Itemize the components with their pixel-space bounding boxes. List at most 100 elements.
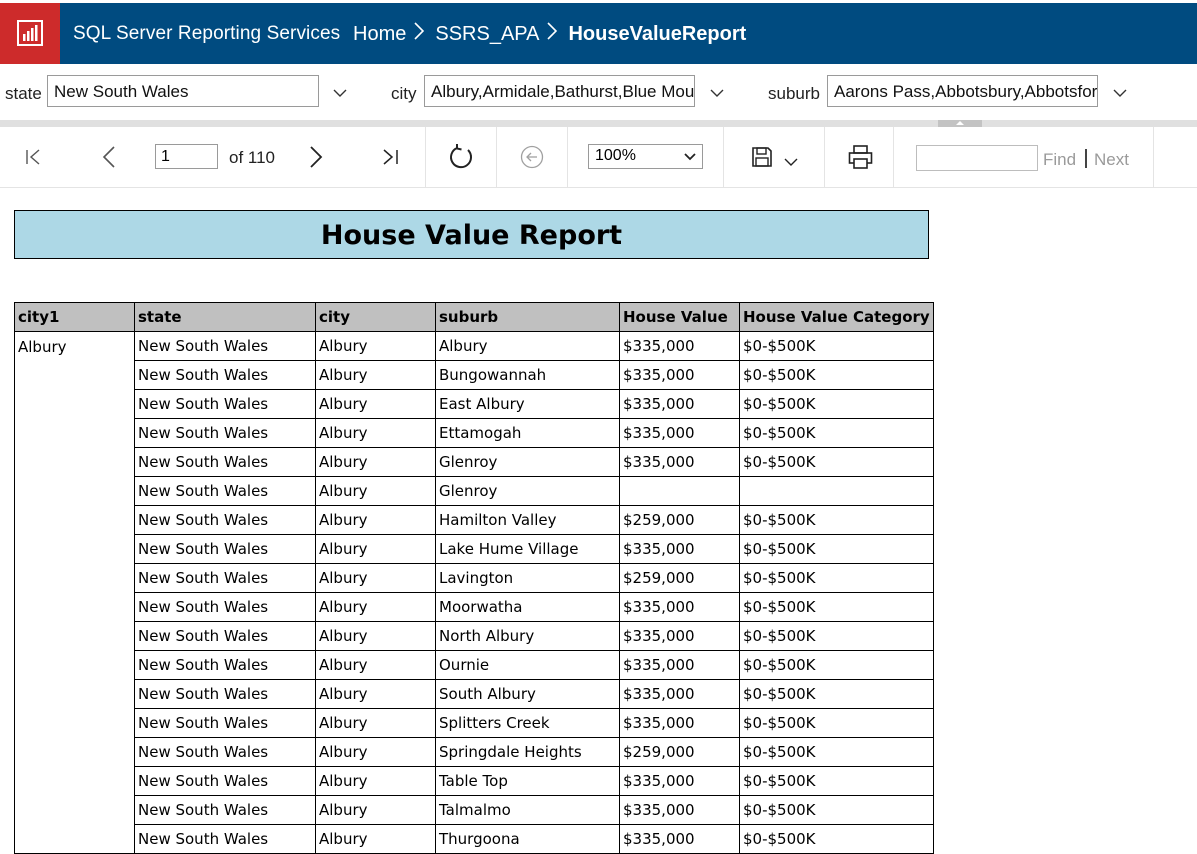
toolbar-divider (1153, 127, 1154, 187)
suburb-cell: Lavington (435, 563, 620, 593)
suburb-cell: Bungowannah (435, 360, 620, 390)
page-number-input[interactable] (155, 144, 218, 169)
state-cell: New South Wales (134, 708, 316, 738)
suburb-cell: Springdale Heights (435, 737, 620, 767)
refresh-icon[interactable] (448, 144, 474, 170)
find-input[interactable] (916, 145, 1038, 171)
state-cell: New South Wales (134, 592, 316, 622)
suburb-cell: Glenroy (435, 447, 620, 477)
breadcrumb-folder[interactable]: SSRS_APA (435, 23, 539, 46)
city-group-cell: Albury (14, 331, 135, 854)
find-link[interactable]: Find (1043, 150, 1076, 170)
city-cell: Albury (315, 505, 436, 535)
suburb-cell: Splitters Creek (435, 708, 620, 738)
column-header-city1: city1 (14, 302, 135, 332)
chevron-down-icon[interactable] (1113, 86, 1127, 100)
suburb-cell: Ettamogah (435, 418, 620, 448)
state-cell: New South Wales (134, 505, 316, 535)
app-title[interactable]: SQL Server Reporting Services (73, 23, 340, 45)
state-cell: New South Wales (134, 737, 316, 767)
house-value-cell: $335,000 (619, 650, 740, 680)
find-next-link[interactable]: Next (1094, 150, 1129, 170)
city-cell: Albury (315, 679, 436, 709)
house-value-category-cell: $0-$500K (739, 737, 934, 767)
city-param-label: city (391, 84, 417, 103)
house-value-cell: $335,000 (619, 418, 740, 448)
column-header-state: state (134, 302, 316, 332)
table-row: New South Wales Albury Lake Hume Village $3… (15, 534, 934, 564)
breadcrumb-home[interactable]: Home (353, 23, 406, 46)
collapse-parameters-handle[interactable] (938, 120, 982, 127)
suburb-cell: Thurgoona (435, 824, 620, 854)
table-row: New South Wales Albury Splitters Creek $335… (15, 708, 934, 738)
house-value-category-cell: $0-$500K (739, 679, 934, 709)
table-row: New South Wales Albury Talmalmo $335,000 $0-… (15, 795, 934, 825)
suburb-cell: East Albury (435, 389, 620, 419)
zoom-select[interactable]: 100% (588, 144, 703, 169)
back-to-parent-icon[interactable] (520, 145, 544, 169)
city-cell: Albury (315, 766, 436, 796)
table-row: New South Wales Albury Springdale Heights $… (15, 737, 934, 767)
house-value-cell: $259,000 (619, 737, 740, 767)
house-value-cell: $259,000 (619, 505, 740, 535)
table-row: New South Wales Albury Hamilton Valley $259… (15, 505, 934, 535)
breadcrumb: Home SSRS_APA HouseValueReport (353, 22, 746, 46)
city-cell: Albury (315, 621, 436, 651)
parameter-bar: state New South Wales city Albury,Armida… (0, 64, 1197, 120)
suburb-cell: Moorwatha (435, 592, 620, 622)
house-value-category-cell: $0-$500K (739, 563, 934, 593)
house-value-category-cell: $0-$500K (739, 795, 934, 825)
city-cell: Albury (315, 331, 436, 361)
chevron-down-icon[interactable] (333, 86, 347, 100)
house-value-category-cell: $0-$500K (739, 621, 934, 651)
suburb-cell: South Albury (435, 679, 620, 709)
save-icon[interactable] (751, 146, 773, 168)
suburb-cell: Glenroy (435, 476, 620, 506)
previous-page-icon[interactable] (101, 146, 117, 168)
city-param-field[interactable]: Albury,Armidale,Bathurst,Blue Mountains (424, 75, 695, 107)
state-param-label: state (5, 84, 42, 103)
suburb-cell: Talmalmo (435, 795, 620, 825)
zoom-value: 100% (595, 147, 636, 164)
first-page-icon[interactable] (25, 148, 43, 166)
table-row: New South Wales Albury Lavington $259,000 $0… (15, 563, 934, 593)
state-param-field[interactable]: New South Wales (47, 75, 319, 107)
house-value-cell: $335,000 (619, 824, 740, 854)
state-cell: New South Wales (134, 389, 316, 419)
city-cell: Albury (315, 534, 436, 564)
toolbar-divider (496, 127, 497, 187)
table-row: New South Wales Albury East Albury $335,000… (15, 389, 934, 419)
city-cell: Albury (315, 447, 436, 477)
house-value-cell: $335,000 (619, 389, 740, 419)
suburb-cell: North Albury (435, 621, 620, 651)
house-value-category-cell: $0-$500K (739, 331, 934, 361)
house-value-cell: $335,000 (619, 795, 740, 825)
next-page-icon[interactable] (308, 146, 324, 168)
breadcrumb-current-report: HouseValueReport (568, 22, 747, 45)
print-icon[interactable] (848, 145, 873, 169)
house-value-cell: $335,000 (619, 592, 740, 622)
toolbar-divider (723, 127, 724, 187)
house-value-category-cell: $0-$500K (739, 650, 934, 680)
house-value-category-cell: $0-$500K (739, 389, 934, 419)
chevron-down-icon[interactable] (710, 86, 724, 100)
state-cell: New South Wales (134, 360, 316, 390)
chevron-down-icon[interactable] (784, 157, 798, 167)
state-cell: New South Wales (134, 331, 316, 361)
state-cell: New South Wales (134, 766, 316, 796)
suburb-param-field[interactable]: Aarons Pass,Abbotsbury,Abbotsford (827, 75, 1098, 107)
last-page-icon[interactable] (381, 148, 399, 166)
house-value-cell: $335,000 (619, 679, 740, 709)
table-row: Albury New South Wales Albury Albury $335,00… (14, 331, 934, 854)
state-cell: New South Wales (134, 534, 316, 564)
house-value-category-cell: $0-$500K (739, 447, 934, 477)
toolbar-divider (567, 127, 568, 187)
ssrs-logo[interactable] (0, 3, 60, 64)
house-value-category-cell: $0-$500K (739, 592, 934, 622)
state-cell: New South Wales (134, 476, 316, 506)
column-header-suburb: suburb (435, 302, 620, 332)
state-cell: New South Wales (134, 650, 316, 680)
city-cell: Albury (315, 389, 436, 419)
table-row: New South Wales Albury Moorwatha $335,000 $0… (15, 592, 934, 622)
report-title: House Value Report (14, 210, 929, 259)
